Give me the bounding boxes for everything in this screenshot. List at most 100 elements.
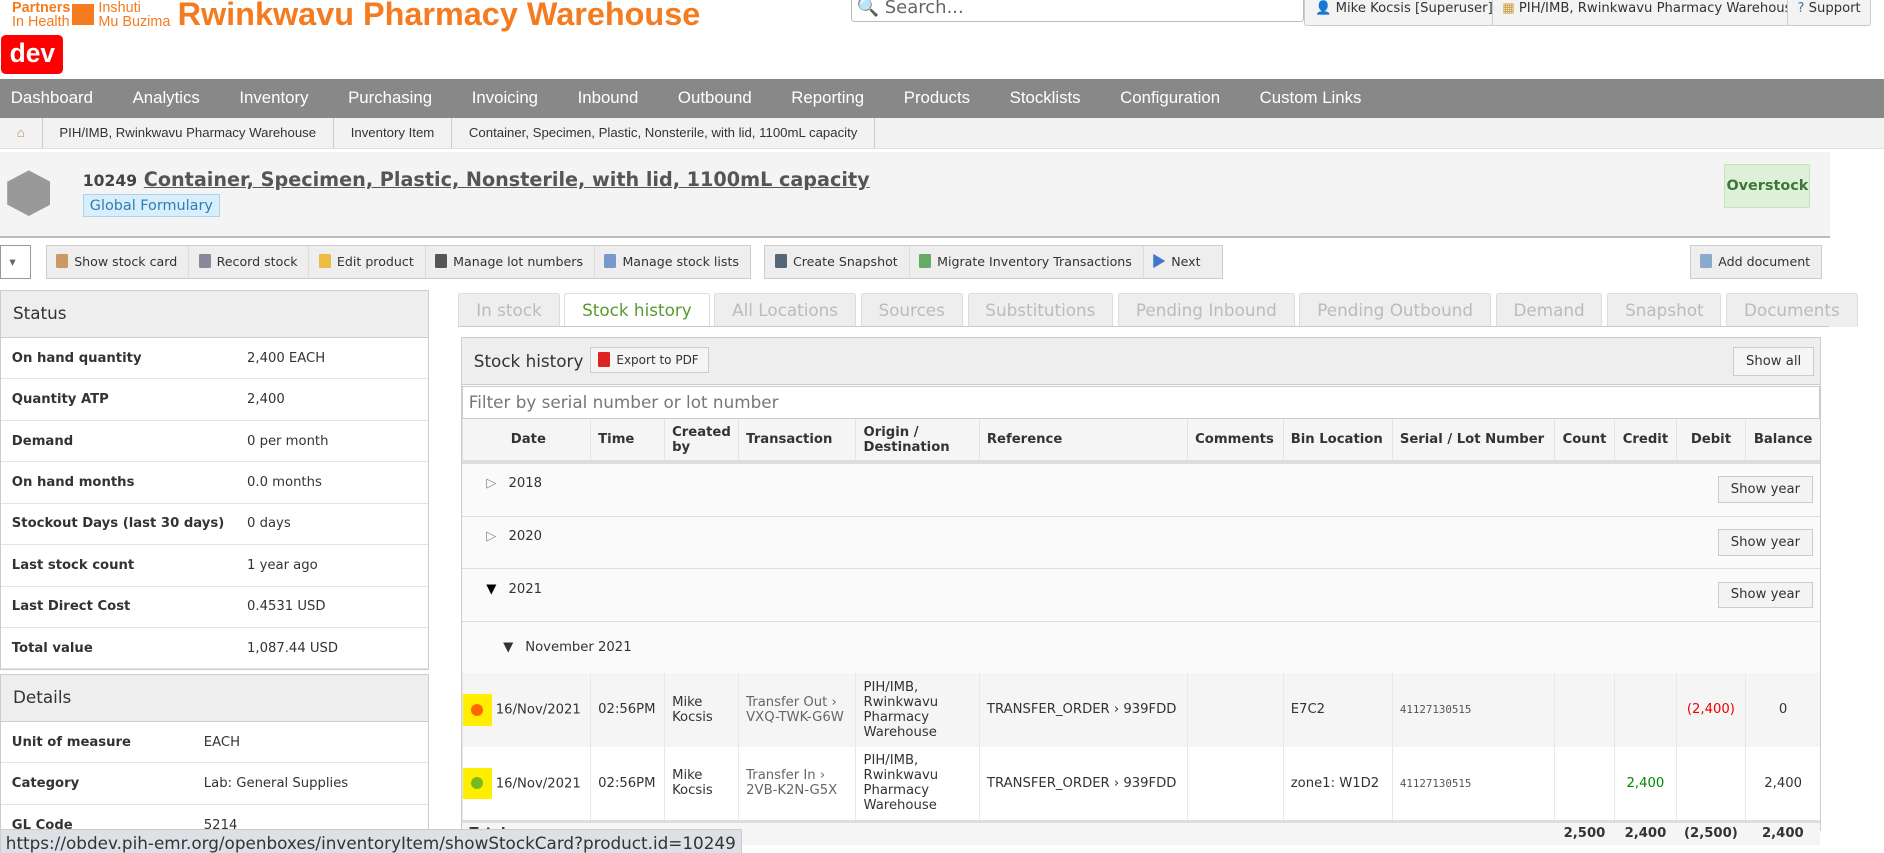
show-year-button[interactable]: Show year xyxy=(1717,476,1813,504)
home-icon[interactable]: ⌂ xyxy=(0,117,43,148)
nav-item-custom-links[interactable]: Custom Links xyxy=(1240,79,1381,117)
tab-snapshot[interactable]: Snapshot xyxy=(1607,292,1722,328)
search-input[interactable]: 🔍 Search... xyxy=(850,0,1304,23)
total-debit: (2,500) xyxy=(1684,826,1738,842)
year-row[interactable]: ▷ 2018 Show year xyxy=(462,461,1821,517)
app-title[interactable]: Rwinkwavu Pharmacy Warehouse xyxy=(178,0,701,33)
show-stock-card-button[interactable]: Show stock card xyxy=(47,245,189,279)
cell-debit: (2,400) xyxy=(1686,702,1735,718)
tab-in-stock[interactable]: In stock xyxy=(458,292,560,328)
product-title: 10249 Container, Specimen, Plastic, Nons… xyxy=(83,168,870,191)
nav-item-invoicing[interactable]: Invoicing xyxy=(452,79,558,117)
info-label: On hand months xyxy=(11,475,135,491)
column-header[interactable]: Credit xyxy=(1614,419,1677,462)
column-header[interactable]: Transaction xyxy=(737,419,856,462)
column-header[interactable]: Comments xyxy=(1186,419,1284,462)
year-row[interactable]: ▷ 2020 Show year xyxy=(462,515,1821,569)
dropdown-toggle-button[interactable]: ▾ xyxy=(0,244,31,280)
tab-substitutions[interactable]: Substitutions xyxy=(967,292,1114,328)
cell-reference[interactable]: TRANSFER_ORDER › 939FDD xyxy=(987,776,1177,791)
product-code: 10249 xyxy=(82,172,138,190)
triangle-right-icon[interactable]: ▷ xyxy=(486,476,496,491)
triangle-down-icon[interactable]: ▼ xyxy=(486,582,496,597)
cell-created_by: Mike Kocsis xyxy=(672,768,713,799)
table-row: 16/Nov/2021 02:56PM Mike Kocsis Transfer In… xyxy=(461,746,1821,822)
product-name-link[interactable]: Container, Specimen, Plastic, Nonsterile… xyxy=(144,168,870,191)
details-panel: Details Unit of measure EACH Category Lab: G… xyxy=(0,674,430,847)
filter-input[interactable]: Filter by serial number or lot number xyxy=(461,385,1821,420)
user-menu-button[interactable]: 👤 Mike Kocsis [Superuser] xyxy=(1304,0,1504,26)
info-value: 2,400 xyxy=(246,392,285,408)
export-pdf-button[interactable]: Export to PDF xyxy=(590,346,710,374)
column-header[interactable]: Serial / Lot Number xyxy=(1391,419,1555,462)
tab-pending-inbound[interactable]: Pending Inbound xyxy=(1118,292,1295,328)
migrate-transactions-button[interactable]: Migrate Inventory Transactions xyxy=(910,245,1144,279)
column-header[interactable]: Origin / Destination xyxy=(855,419,980,462)
column-header[interactable]: Time xyxy=(589,419,665,462)
cell-reference[interactable]: TRANSFER_ORDER › 939FDD xyxy=(987,702,1177,717)
show-year-button[interactable]: Show year xyxy=(1717,581,1813,609)
cell-transaction[interactable]: Transfer In › 2VB-K2N-G5X xyxy=(746,768,837,798)
formulary-tag[interactable]: Global Formulary xyxy=(82,194,220,218)
cell-time: 02:56PM xyxy=(598,702,656,718)
button-label: Record stock xyxy=(216,253,298,269)
cell-transaction[interactable]: Transfer Out › VXQ-TWK-G6W xyxy=(746,695,844,725)
year-row[interactable]: ▼ 2021 Show year xyxy=(462,568,1821,622)
tab-all-locations[interactable]: All Locations xyxy=(714,292,856,328)
breadcrumb-item[interactable]: PIH/IMB, Rwinkwavu Pharmacy Warehouse xyxy=(43,117,334,148)
manage-stock-lists-button[interactable]: Manage stock lists xyxy=(595,246,750,278)
cell-date: 16/Nov/2021 xyxy=(495,702,581,718)
cell-origin: PIH/IMB, Rwinkwavu Pharmacy Warehouse xyxy=(863,679,939,740)
total-count: 2,500 xyxy=(1563,826,1606,842)
nav-item-analytics[interactable]: Analytics xyxy=(113,79,220,117)
month-row[interactable]: ▼ November 2021 xyxy=(462,620,1821,674)
nav-item-reporting[interactable]: Reporting xyxy=(772,79,884,117)
column-header[interactable]: Created by xyxy=(663,419,739,462)
year-label: 2020 xyxy=(508,529,542,545)
help-icon: ? xyxy=(1797,1,1805,17)
tab-sources[interactable]: Sources xyxy=(860,292,963,328)
triangle-down-icon[interactable]: ▼ xyxy=(503,640,513,655)
button-label: Next xyxy=(1171,253,1201,269)
nav-item-outbound[interactable]: Outbound xyxy=(658,79,771,117)
show-all-button[interactable]: Show all xyxy=(1733,346,1815,376)
column-header[interactable]: Bin Location xyxy=(1282,419,1393,462)
breadcrumb-item[interactable]: Inventory Item xyxy=(334,117,453,148)
next-button[interactable]: Next xyxy=(1144,246,1223,278)
tab-demand[interactable]: Demand xyxy=(1495,292,1603,328)
record-stock-button[interactable]: Record stock xyxy=(189,245,310,279)
column-header[interactable]: Reference xyxy=(978,419,1188,462)
breadcrumb-item[interactable]: Container, Specimen, Plastic, Nonsterile… xyxy=(452,117,876,148)
nav-item-dashboard[interactable]: Dashboard xyxy=(0,79,113,117)
camera-icon xyxy=(774,253,787,269)
column-header[interactable]: Debit xyxy=(1675,419,1746,462)
manage-lot-numbers-button[interactable]: Manage lot numbers xyxy=(426,245,595,279)
location-button[interactable]: ▦ PIH/IMB, Rwinkwavu Pharmacy Warehouse xyxy=(1491,0,1811,26)
total-credit: 2,400 xyxy=(1624,826,1667,842)
nav-item-stocklists[interactable]: Stocklists xyxy=(990,79,1101,117)
edit-product-button[interactable]: Edit product xyxy=(309,245,426,279)
nav-item-products[interactable]: Products xyxy=(884,79,990,117)
nav-item-inbound[interactable]: Inbound xyxy=(558,79,658,117)
column-header[interactable]: Count xyxy=(1553,419,1615,462)
nav-item-purchasing[interactable]: Purchasing xyxy=(328,79,452,117)
add-document-button[interactable]: Add document xyxy=(1689,244,1822,280)
tab-pending-outbound[interactable]: Pending Outbound xyxy=(1299,292,1491,328)
column-header[interactable]: Balance xyxy=(1745,419,1821,462)
column-header[interactable]: Date xyxy=(461,419,591,462)
support-button[interactable]: ? Support xyxy=(1786,0,1872,26)
info-label: On hand quantity xyxy=(11,350,142,366)
info-row: Demand 0 per month xyxy=(1,421,429,463)
logo-text: Mu Buzima xyxy=(98,13,171,30)
triangle-right-icon[interactable]: ▷ xyxy=(486,529,496,544)
tab-stock-history[interactable]: Stock history xyxy=(564,292,710,328)
cell-bin: zone1: W1D2 xyxy=(1290,775,1380,791)
button-label: Add document xyxy=(1718,253,1811,269)
nav-item-configuration[interactable]: Configuration xyxy=(1100,79,1240,117)
year-label: 2018 xyxy=(508,476,542,492)
show-year-button[interactable]: Show year xyxy=(1717,529,1813,556)
create-snapshot-button[interactable]: Create Snapshot xyxy=(765,245,910,279)
info-value: 0.0 months xyxy=(246,475,322,491)
nav-item-inventory[interactable]: Inventory xyxy=(220,79,329,117)
tab-documents[interactable]: Documents xyxy=(1726,292,1858,328)
